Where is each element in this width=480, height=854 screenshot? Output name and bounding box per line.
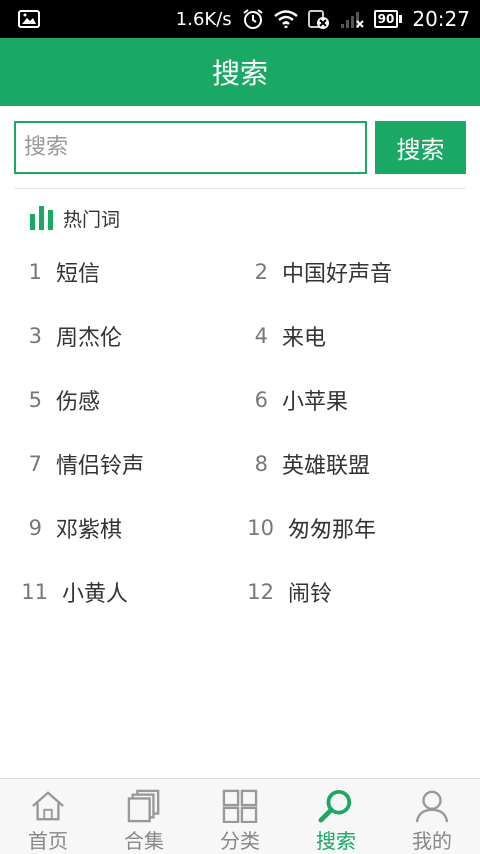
hot-item[interactable]: 1 短信 — [0, 240, 100, 304]
hot-item-number: 2 — [254, 260, 268, 284]
hot-item[interactable]: 3 周杰伦 — [0, 304, 122, 368]
signal-icon — [340, 9, 364, 29]
tab-home[interactable]: 首页 — [0, 779, 96, 854]
battery-icon: 90 — [373, 10, 403, 28]
wifi-icon — [273, 10, 298, 28]
hot-item-text: 短信 — [56, 262, 101, 287]
hot-item-number: 4 — [254, 324, 268, 348]
tab-collection-label: 合集 — [124, 829, 164, 853]
hot-item-text: 英雄联盟 — [282, 454, 371, 479]
search-bar: 搜索 — [14, 121, 466, 174]
hot-item[interactable]: 12 闹铃 — [232, 560, 332, 624]
tab-category[interactable]: 分类 — [192, 779, 288, 854]
hot-item-text: 闹铃 — [288, 582, 333, 607]
hot-item-text: 邓紫棋 — [56, 518, 123, 543]
app-header: 搜索 — [0, 38, 480, 106]
hot-item-number: 8 — [254, 452, 268, 476]
hot-item[interactable]: 8 英雄联盟 — [226, 432, 370, 496]
hot-item-number: 3 — [28, 324, 42, 348]
tab-collection[interactable]: 合集 — [96, 779, 192, 854]
user-icon — [415, 790, 449, 823]
sim-icon — [307, 8, 330, 30]
hot-item-number: 6 — [254, 388, 268, 412]
collection-icon — [127, 789, 160, 823]
divider — [14, 188, 466, 189]
hot-item-number: 9 — [28, 516, 42, 540]
hot-item[interactable]: 2 中国好声音 — [226, 240, 392, 304]
hot-item[interactable]: 5 伤感 — [0, 368, 100, 432]
hot-item-text: 匆匆那年 — [288, 518, 377, 543]
hot-item-number: 12 — [247, 580, 274, 604]
bottom-tab-bar: 首页 合集 分类 搜索 我的 — [0, 778, 480, 854]
hot-item-text: 来电 — [282, 326, 327, 351]
hot-item-number: 11 — [21, 580, 48, 604]
hot-item[interactable]: 4 来电 — [226, 304, 326, 368]
hot-item[interactable]: 7 情侣铃声 — [0, 432, 144, 496]
hot-item[interactable]: 6 小苹果 — [226, 368, 348, 432]
tab-home-label: 首页 — [28, 829, 68, 853]
hot-words-header: 热门词 — [30, 205, 120, 231]
hot-item-text: 周杰伦 — [56, 326, 123, 351]
bar-chart-icon — [30, 206, 53, 230]
alarm-icon — [242, 8, 264, 30]
tab-search-label: 搜索 — [316, 829, 356, 853]
status-bar: 1.6K/s 90 20:27 — [0, 0, 480, 38]
battery-level: 90 — [373, 10, 399, 28]
hot-item-number: 7 — [28, 452, 42, 476]
search-icon — [318, 789, 352, 823]
tab-profile[interactable]: 我的 — [384, 779, 480, 854]
image-icon — [18, 10, 40, 32]
hot-item-text: 小苹果 — [282, 390, 349, 415]
hot-words-title: 热门词 — [63, 208, 121, 231]
grid-icon — [222, 789, 258, 823]
hot-item-number: 10 — [247, 516, 274, 540]
hot-item-text: 小黄人 — [62, 582, 129, 607]
search-button[interactable]: 搜索 — [375, 121, 466, 174]
status-time: 20:27 — [412, 7, 470, 31]
hot-item[interactable]: 9 邓紫棋 — [0, 496, 122, 560]
hot-item[interactable]: 10 匆匆那年 — [232, 496, 376, 560]
hot-item[interactable]: 11 小黄人 — [6, 560, 128, 624]
home-icon — [32, 791, 64, 821]
network-speed: 1.6K/s — [175, 8, 232, 30]
hot-item-text: 情侣铃声 — [56, 454, 145, 479]
hot-item-number: 1 — [28, 260, 42, 284]
tab-profile-label: 我的 — [412, 829, 452, 853]
hot-item-text: 中国好声音 — [282, 262, 393, 287]
tab-category-label: 分类 — [220, 829, 260, 853]
hot-item-text: 伤感 — [56, 390, 101, 415]
hot-item-number: 5 — [28, 388, 42, 412]
page-title: 搜索 — [211, 57, 268, 90]
search-input[interactable] — [14, 121, 367, 174]
tab-search[interactable]: 搜索 — [288, 779, 384, 854]
